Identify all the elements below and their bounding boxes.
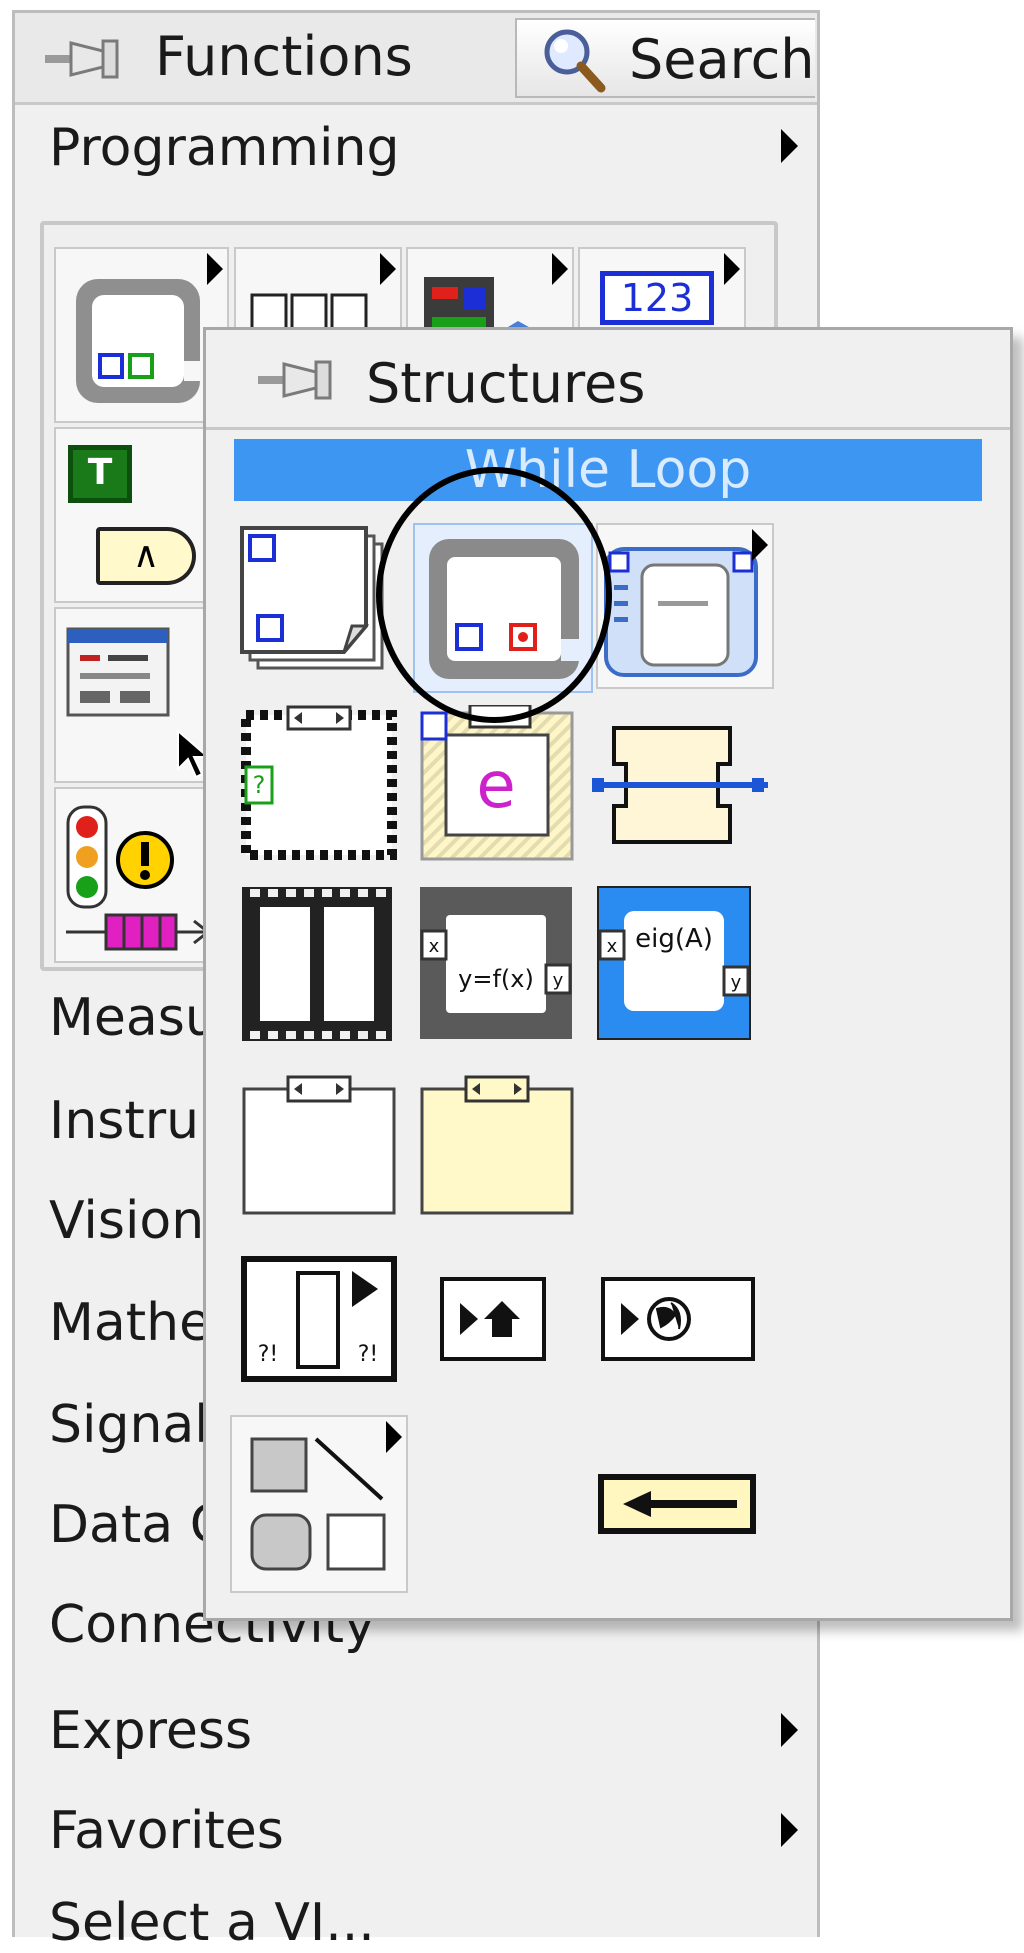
diagram-disable-item[interactable]	[240, 1075, 398, 1217]
flat-sequence-item[interactable]	[592, 720, 772, 850]
for-loop-icon	[240, 526, 384, 670]
while-loop-item[interactable]	[413, 523, 593, 693]
category-label: Express	[49, 1701, 253, 1761]
global-variable-item[interactable]	[599, 1275, 757, 1363]
formula-node-item[interactable]: x y y=f(x)	[418, 885, 576, 1043]
local-variable-icon	[440, 1277, 546, 1361]
svg-text:x: x	[607, 936, 618, 957]
category-measurement[interactable]: Measu	[49, 988, 218, 1048]
feedback-arrow-icon	[598, 1474, 756, 1534]
traffic-light-icon	[66, 805, 108, 909]
category-instrument[interactable]: Instrur	[49, 1091, 221, 1151]
magnifier-icon	[544, 29, 606, 93]
category-label: Favorites	[49, 1801, 284, 1861]
submenu-arrow-icon	[724, 253, 740, 285]
mathscript-node-icon: x y eig(A)	[597, 886, 751, 1040]
for-loop-item[interactable]	[240, 522, 390, 682]
tooltip-text: While Loop	[464, 440, 752, 500]
while-loop-icon	[76, 279, 200, 403]
palette-title: Functions	[155, 25, 413, 88]
submenu-arrow-icon	[207, 253, 223, 285]
event-structure-item[interactable]: e	[418, 703, 578, 865]
timed-structure-item[interactable]	[596, 523, 774, 689]
submenu-arrow-icon	[752, 529, 768, 561]
svg-text:x: x	[429, 936, 440, 957]
feedback-node-item[interactable]: ?! ?!	[240, 1255, 398, 1383]
svg-text:y=f(x): y=f(x)	[458, 965, 534, 993]
category-signal[interactable]: Signal	[49, 1395, 209, 1455]
submenu-arrow-icon	[781, 1813, 798, 1847]
category-select-vi[interactable]: Select a VI...	[49, 1893, 375, 1953]
conditional-disable-icon	[420, 1075, 574, 1215]
stacked-sequence-icon	[242, 887, 392, 1041]
feedback-arrow-item[interactable]	[597, 1473, 757, 1535]
palette-header: Functions Search	[15, 13, 817, 105]
category-data[interactable]: Data C	[49, 1495, 226, 1555]
numeric-icon: 123	[600, 271, 714, 325]
submenu-arrow-icon	[781, 129, 798, 163]
submenu-arrow-icon	[380, 253, 396, 285]
pin-icon[interactable]	[43, 35, 129, 83]
conditional-disable-item[interactable]	[418, 1075, 576, 1217]
svg-text:?!: ?!	[258, 1342, 279, 1367]
search-label: Search	[629, 28, 815, 91]
and-function-icon: ∧	[96, 527, 196, 585]
diagram-disable-icon	[242, 1075, 396, 1215]
svg-text:?!: ?!	[358, 1342, 379, 1367]
decorations-icon	[250, 1437, 386, 1571]
formula-node-icon: x y y=f(x)	[420, 887, 572, 1039]
pin-icon[interactable]	[256, 356, 342, 404]
search-button[interactable]: Search	[515, 18, 815, 98]
category-mathematics[interactable]: Mathe	[49, 1293, 211, 1353]
structures-header: Structures	[206, 330, 1010, 430]
svg-text:y: y	[553, 970, 564, 991]
local-variable-item[interactable]	[438, 1275, 548, 1363]
selection-tooltip: While Loop	[234, 439, 982, 501]
structures-subpalette: Structures While Loop ? e x y y=f(x) x y…	[203, 327, 1013, 1621]
svg-text:e: e	[476, 749, 515, 823]
flat-sequence-icon	[592, 726, 768, 844]
event-structure-icon: e	[420, 703, 574, 861]
global-variable-icon	[601, 1277, 755, 1361]
dialog-box-icon	[66, 627, 170, 717]
decorations-item[interactable]	[230, 1415, 408, 1593]
category-vision[interactable]: Vision	[49, 1191, 204, 1251]
boolean-true-icon: T	[68, 445, 132, 503]
mathscript-node-item[interactable]: x y eig(A)	[596, 885, 754, 1043]
svg-text:y: y	[731, 972, 742, 993]
category-label: Programming	[49, 118, 400, 178]
while-loop-icon	[429, 539, 579, 679]
structures-title: Structures	[366, 352, 646, 415]
case-structure-item[interactable]: ?	[240, 705, 398, 865]
svg-text:eig(A): eig(A)	[635, 924, 713, 954]
svg-text:?: ?	[253, 771, 266, 799]
timed-loop-icon	[604, 547, 758, 677]
stacked-sequence-item[interactable]	[240, 885, 394, 1043]
queue-icon	[66, 913, 211, 951]
submenu-arrow-icon	[386, 1421, 402, 1453]
in-place-element-icon: ?! ?!	[241, 1256, 397, 1382]
warning-icon	[116, 831, 174, 889]
submenu-arrow-icon	[781, 1713, 798, 1747]
case-structure-icon: ?	[241, 705, 397, 860]
submenu-arrow-icon	[552, 253, 568, 285]
